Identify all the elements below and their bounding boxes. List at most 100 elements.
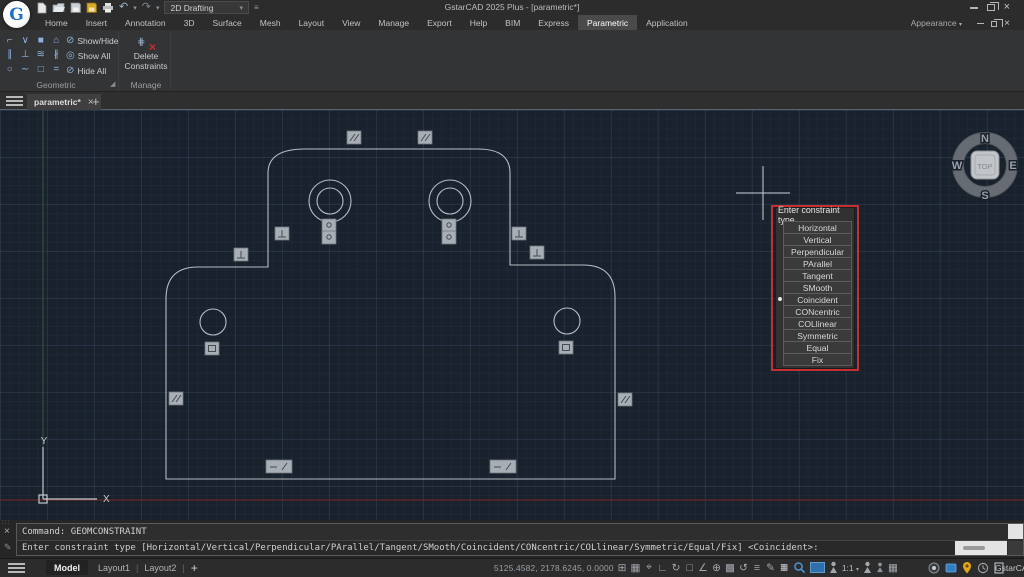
- gstarcad-logo-icon[interactable]: G: [3, 1, 30, 28]
- viewcube-west[interactable]: W: [952, 160, 963, 172]
- tab-insert[interactable]: Insert: [77, 15, 116, 30]
- doc-close-icon[interactable]: ×: [1004, 19, 1010, 28]
- document-tab[interactable]: parametric* ×: [27, 94, 101, 110]
- save-as-icon[interactable]: [86, 2, 97, 13]
- tab-application[interactable]: Application: [637, 15, 697, 30]
- annotation-monitor-icon[interactable]: [876, 562, 884, 573]
- new-layout-icon[interactable]: +: [191, 561, 198, 575]
- cloud-storage-icon[interactable]: [945, 562, 957, 574]
- qat-customize-icon[interactable]: ≡: [254, 3, 259, 12]
- file-tabs-menu-icon[interactable]: [6, 96, 23, 106]
- save-icon[interactable]: [70, 2, 81, 13]
- undo-icon[interactable]: ↶: [119, 2, 128, 13]
- command-scrollbar-thumb[interactable]: [963, 546, 985, 550]
- restore-icon[interactable]: [987, 4, 995, 11]
- isometric-drafting-icon[interactable]: ▩: [725, 562, 735, 574]
- auto-scale-icon[interactable]: [863, 561, 872, 574]
- hardware-acceleration-icon[interactable]: [810, 562, 825, 573]
- parallel-constraint-icon[interactable]: ∥: [2, 48, 18, 63]
- tab-manage[interactable]: Manage: [369, 15, 418, 30]
- new-file-icon[interactable]: [37, 2, 47, 14]
- layout2-tab[interactable]: Layout2: [144, 563, 176, 573]
- redo-dropdown-icon[interactable]: ▾: [156, 4, 160, 12]
- symmetric-constraint-icon[interactable]: ∦: [49, 48, 65, 63]
- grid-display-icon[interactable]: ⊞: [617, 562, 627, 574]
- 3d-object-snap-icon[interactable]: ⊕: [712, 562, 722, 574]
- collinear-constraint-icon[interactable]: ∨: [18, 33, 34, 48]
- horizontal-constraint-icon[interactable]: ⌂: [49, 33, 65, 48]
- doc-restore-icon[interactable]: [991, 21, 997, 27]
- redo-icon[interactable]: ↷: [142, 2, 151, 13]
- annotation-visibility-icon[interactable]: [829, 561, 838, 574]
- open-file-icon[interactable]: [52, 2, 65, 13]
- ortho-mode-icon[interactable]: ∟: [658, 562, 668, 574]
- command-customize-icon[interactable]: ✎: [4, 542, 12, 553]
- hide-all-button[interactable]: ⊘Hide All: [66, 63, 119, 78]
- object-snap-icon[interactable]: □: [685, 562, 695, 574]
- status-menu-icon[interactable]: [8, 563, 25, 573]
- tab-parametric[interactable]: Parametric: [578, 15, 637, 30]
- panel-launcher-icon[interactable]: ◢: [110, 80, 115, 88]
- undo-dropdown-icon[interactable]: ▾: [133, 4, 137, 12]
- annotation-scale-control[interactable]: 1:1 ▾: [842, 563, 859, 573]
- new-document-tab-icon[interactable]: +: [92, 94, 100, 109]
- constraint-markers[interactable]: [169, 131, 632, 473]
- layout1-tab[interactable]: Layout1: [98, 563, 130, 573]
- show-all-button[interactable]: ◎Show All: [66, 48, 119, 63]
- minimize-icon[interactable]: [970, 7, 978, 9]
- location-pin-icon[interactable]: [962, 561, 972, 574]
- ribbon-tab-row: Home Insert Annotation 3D Surface Mesh L…: [0, 15, 1024, 30]
- show-hide-button[interactable]: ⊘Show/Hide: [66, 33, 119, 48]
- doc-minimize-icon[interactable]: [977, 23, 984, 24]
- tab-mesh[interactable]: Mesh: [251, 15, 290, 30]
- angle-snap-icon[interactable]: ∠: [698, 562, 708, 574]
- quick-properties-icon[interactable]: ✎: [766, 562, 776, 574]
- fix-constraint-icon[interactable]: ■: [33, 33, 49, 48]
- snap-mode-icon[interactable]: ▦: [631, 562, 641, 574]
- zoom-search-icon[interactable]: [793, 561, 806, 574]
- viewcube-south[interactable]: S: [981, 190, 988, 202]
- command-scrollbar-button[interactable]: [1008, 524, 1023, 539]
- viewcube-north[interactable]: N: [981, 133, 989, 145]
- tab-surface[interactable]: Surface: [203, 15, 250, 30]
- smooth-constraint-icon[interactable]: ≋: [33, 48, 49, 63]
- lineweight-icon[interactable]: ≡: [752, 562, 762, 574]
- print-icon[interactable]: [102, 2, 114, 13]
- viewcube-east[interactable]: E: [1009, 160, 1016, 172]
- tab-help[interactable]: Help: [461, 15, 496, 30]
- vertical-constraint-icon[interactable]: ∼: [18, 62, 34, 77]
- coincident-constraint-icon[interactable]: ⌐: [2, 33, 18, 48]
- tab-express[interactable]: Express: [529, 15, 578, 30]
- delete-constraints-button[interactable]: ⋕× Delete Constraints: [124, 33, 168, 77]
- plate-outline[interactable]: [166, 149, 615, 479]
- tab-layout[interactable]: Layout: [290, 15, 334, 30]
- appearance-dropdown[interactable]: Appearance ▾: [911, 18, 962, 28]
- command-prompt-row[interactable]: Enter constraint type [Horizontal/Vertic…: [17, 540, 1007, 555]
- dynamic-ucs-icon[interactable]: ↺: [739, 562, 749, 574]
- polar-tracking-icon[interactable]: ↻: [671, 562, 681, 574]
- tab-bim[interactable]: BIM: [496, 15, 529, 30]
- drawing-canvas[interactable]: Y X TOP N S W E Enter constraint type: [0, 110, 1024, 520]
- drill-holes[interactable]: [200, 180, 580, 335]
- perpendicular-constraint-icon[interactable]: ⊥: [18, 48, 34, 63]
- concentric-constraint-icon[interactable]: □: [33, 62, 49, 77]
- workspace-switching-icon[interactable]: ▦: [888, 562, 898, 574]
- workspace-dropdown[interactable]: 2D Drafting ▾: [164, 1, 249, 14]
- tangent-constraint-icon[interactable]: ○: [2, 62, 18, 77]
- menu-item-fix[interactable]: Fix: [783, 353, 852, 366]
- close-icon[interactable]: ×: [1004, 3, 1010, 12]
- dynamic-input-icon[interactable]: ⌖: [644, 561, 654, 574]
- layers-stack-icon[interactable]: ≋: [780, 562, 789, 574]
- viewcube[interactable]: TOP N S W E: [952, 133, 1018, 203]
- tab-export[interactable]: Export: [418, 15, 461, 30]
- tab-home[interactable]: Home: [36, 15, 77, 30]
- model-tab[interactable]: Model: [46, 560, 88, 575]
- tab-view[interactable]: View: [333, 15, 369, 30]
- equal-constraint-icon[interactable]: =: [49, 62, 65, 77]
- tab-3d[interactable]: 3D: [175, 15, 204, 30]
- record-target-icon[interactable]: [928, 562, 940, 574]
- clock-history-icon[interactable]: [977, 562, 989, 574]
- command-close-icon[interactable]: ×: [4, 526, 10, 537]
- tab-annotation[interactable]: Annotation: [116, 15, 175, 30]
- geometric-constraint-buttons: ⌐ ∨ ■ ⌂ ∥ ⊥ ≋ ∦ ○ ∼ □ =: [2, 33, 64, 77]
